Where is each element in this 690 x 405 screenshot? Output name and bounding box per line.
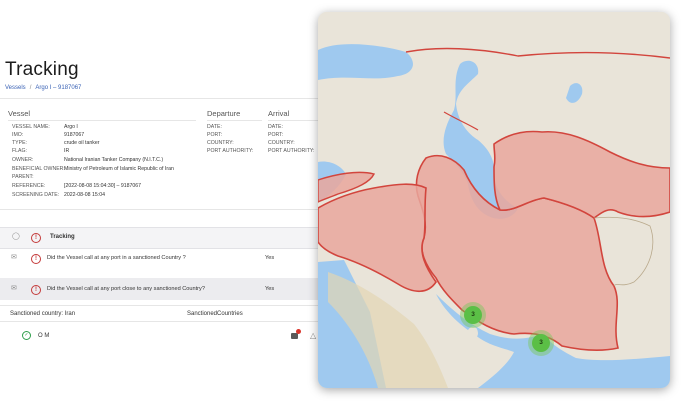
question-text: Did the Vessel call at any port in a san… — [47, 255, 186, 261]
divider — [0, 98, 322, 99]
departure-port-authority-field: Port authority: — [207, 148, 254, 154]
beneficial-owner-field: Beneficial owner:Ministry of Petroleum o… — [12, 166, 174, 172]
question-answer: Yes — [265, 286, 275, 292]
warning-icon: ! — [31, 254, 41, 264]
sanctioned-countries-label: SanctionedCountries — [187, 311, 243, 317]
breadcrumb-vessels[interactable]: Vessels — [5, 85, 26, 91]
parent-field: Parent: — [12, 174, 34, 180]
breadcrumb-vessel[interactable]: Argo I – 9187067 — [35, 85, 81, 91]
sanctioned-country-label: Sanctioned country: Iran — [10, 311, 76, 317]
arrival-port-authority-field: Port authority: — [268, 148, 315, 154]
flag-field: Flag: IR — [12, 148, 70, 154]
departure-country-field: Country: — [207, 140, 234, 146]
notification-badge — [296, 329, 301, 334]
map-view[interactable]: 3 3 — [318, 12, 670, 388]
tracking-section-label: Tracking — [50, 234, 75, 240]
imo-field: IMO: 9187067 — [12, 132, 85, 138]
breadcrumb: Vessels / Argo I – 9187067 — [5, 85, 82, 91]
arrival-date-field: Date: — [268, 124, 283, 130]
chat-icon: ✉ — [11, 285, 17, 292]
departure-port-field: Port: — [207, 132, 223, 138]
question-text: Did the Vessel call at any port close to… — [47, 286, 205, 292]
divider — [207, 120, 262, 121]
arrival-heading: Arrival — [268, 109, 290, 118]
question-row[interactable]: ✉ ! Did the Vessel call at any port clos… — [0, 278, 322, 300]
globe-icon: ◯ — [12, 233, 20, 240]
divider — [0, 209, 322, 210]
departure-date-field: Date: — [207, 124, 222, 130]
reference-field: Reference: [2022-08-08 15:04:30] – 918706… — [12, 183, 142, 189]
warning-icon: ! — [31, 233, 41, 243]
question-row[interactable]: ✉ ! Did the Vessel call at any port in a… — [0, 247, 322, 269]
tracking-section-bar[interactable]: ◯ ! Tracking — [0, 227, 322, 249]
warning-icon: ! — [31, 285, 41, 295]
vessel-heading: Vessel — [8, 109, 31, 118]
vessel-cluster-marker[interactable]: 3 — [532, 334, 550, 352]
check-icon: ✓ — [22, 331, 31, 340]
page-title: Tracking — [5, 59, 79, 80]
arrival-country-field: Country: — [268, 140, 295, 146]
divider — [0, 321, 322, 322]
divider — [8, 120, 196, 121]
divider — [268, 120, 322, 121]
map-canvas[interactable] — [318, 12, 670, 388]
question-answer: Yes — [265, 255, 275, 261]
type-field: Type: crude oil tanker — [12, 140, 100, 146]
sanction-item: O M — [38, 333, 50, 339]
vessel-name-field: Vessel name: Argo I — [12, 124, 78, 130]
tracking-panel: Tracking Vessels / Argo I – 9187067 Vessel… — [0, 52, 322, 352]
screening-date-field: Screening date: 2022-08-08 15:04 — [12, 192, 105, 198]
owner-field: Owner: National Iranian Tanker Company (N… — [12, 157, 164, 163]
chat-icon: ✉ — [11, 254, 17, 261]
divider — [0, 305, 322, 306]
vessel-cluster-marker[interactable]: 3 — [464, 306, 482, 324]
departure-heading: Departure — [207, 109, 241, 118]
arrival-port-field: Port: — [268, 132, 284, 138]
alert-triangle-icon[interactable]: △ — [310, 331, 316, 340]
